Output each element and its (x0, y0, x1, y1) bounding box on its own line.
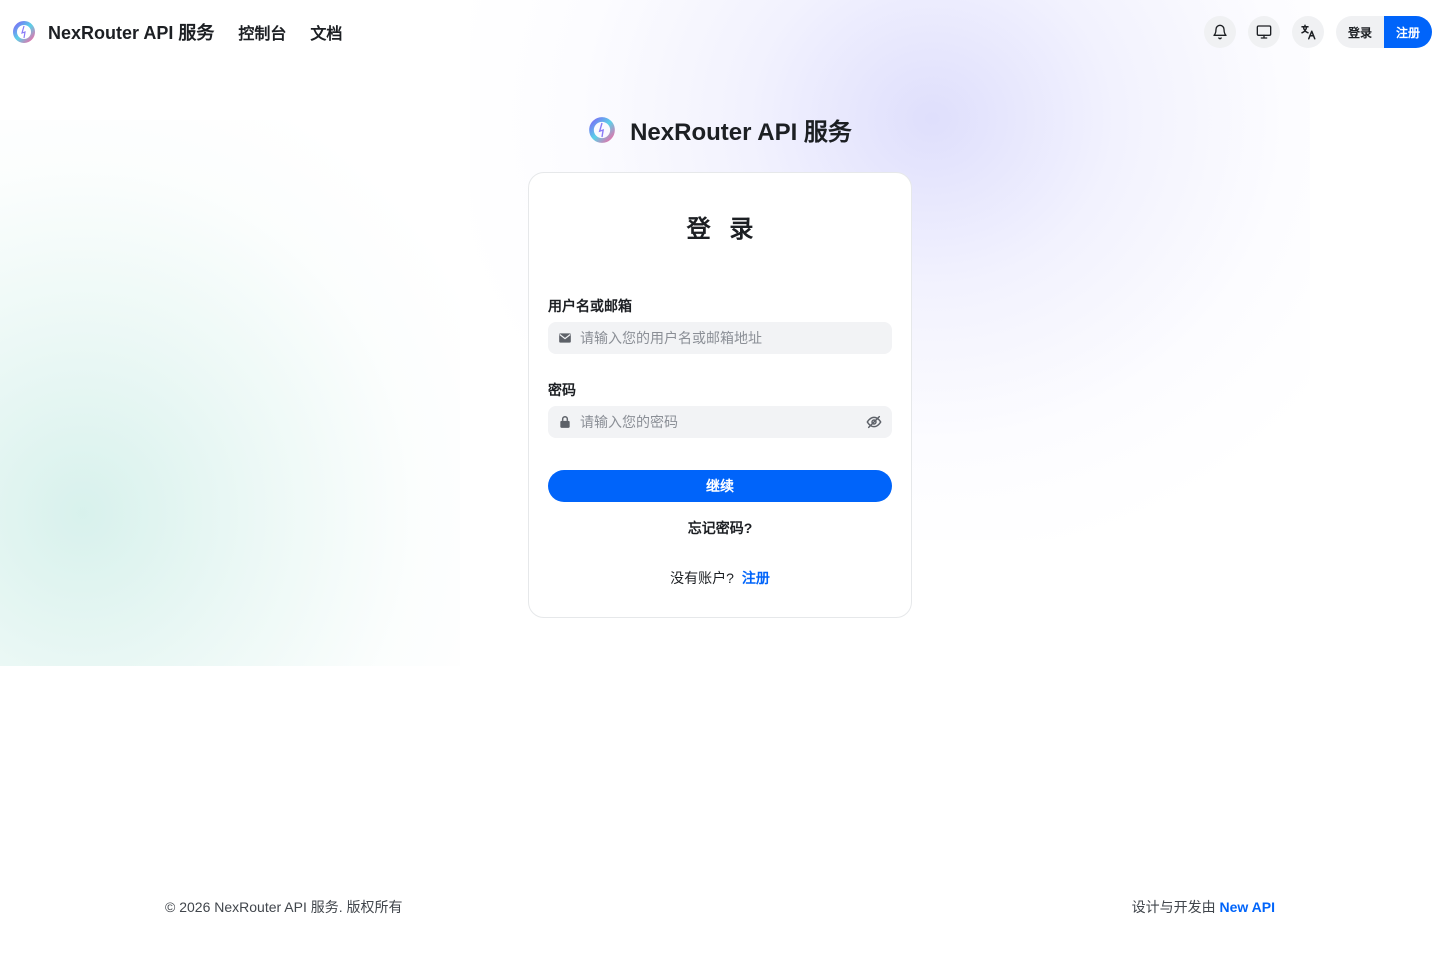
brand-name[interactable]: NexRouter API 服务 (48, 19, 214, 45)
nav-console[interactable]: 控制台 (238, 20, 286, 44)
center-brand: NexRouter API 服务 (0, 112, 1440, 147)
brand-logo-icon[interactable] (12, 20, 36, 44)
header-login-button[interactable]: 登录 (1335, 16, 1384, 48)
translate-icon (1301, 24, 1316, 40)
footer-copyright: © 2026 NexRouter API 服务. 版权所有 (165, 899, 403, 915)
footer-credit: 设计与开发由 New API (1132, 897, 1275, 917)
password-field-wrapper[interactable] (548, 406, 892, 438)
signup-row: 没有账户? 注册 (548, 568, 892, 588)
forgot-password-link[interactable]: 忘记密码? (548, 518, 892, 538)
username-label: 用户名或邮箱 (548, 298, 632, 314)
header-register-button[interactable]: 注册 (1383, 16, 1432, 48)
username-input[interactable] (580, 330, 882, 346)
new-api-link[interactable]: New API (1220, 899, 1276, 915)
auth-button-group: 登录 注册 (1335, 16, 1432, 48)
lock-icon (560, 416, 570, 428)
center-brand-name: NexRouter API 服务 (630, 119, 852, 146)
theme-button[interactable] (1247, 16, 1280, 48)
footer-credit-prefix: 设计与开发由 (1131, 899, 1216, 915)
password-label: 密码 (548, 382, 576, 398)
mail-icon (559, 333, 571, 343)
bell-icon (1213, 24, 1227, 40)
language-button[interactable] (1291, 16, 1324, 48)
brand-logo-icon (588, 116, 616, 144)
eye-off-icon[interactable] (866, 414, 882, 430)
top-navbar: NexRouter API 服务 控制台 文档 登录 注册 (0, 0, 1440, 64)
login-card: 登 录 用户名或邮箱 密码 继续 忘记密码? 没有账户? 注册 (528, 172, 912, 618)
continue-button[interactable]: 继续 (548, 470, 892, 502)
notifications-button[interactable] (1203, 16, 1236, 48)
nav-docs[interactable]: 文档 (310, 20, 342, 44)
signup-link[interactable]: 注册 (742, 570, 770, 586)
monitor-icon (1256, 25, 1272, 39)
password-input[interactable] (580, 414, 866, 430)
no-account-text: 没有账户? (670, 570, 734, 586)
login-title: 登 录 (686, 216, 760, 243)
username-field-wrapper[interactable] (548, 322, 892, 354)
background-glow-green (0, 120, 460, 666)
